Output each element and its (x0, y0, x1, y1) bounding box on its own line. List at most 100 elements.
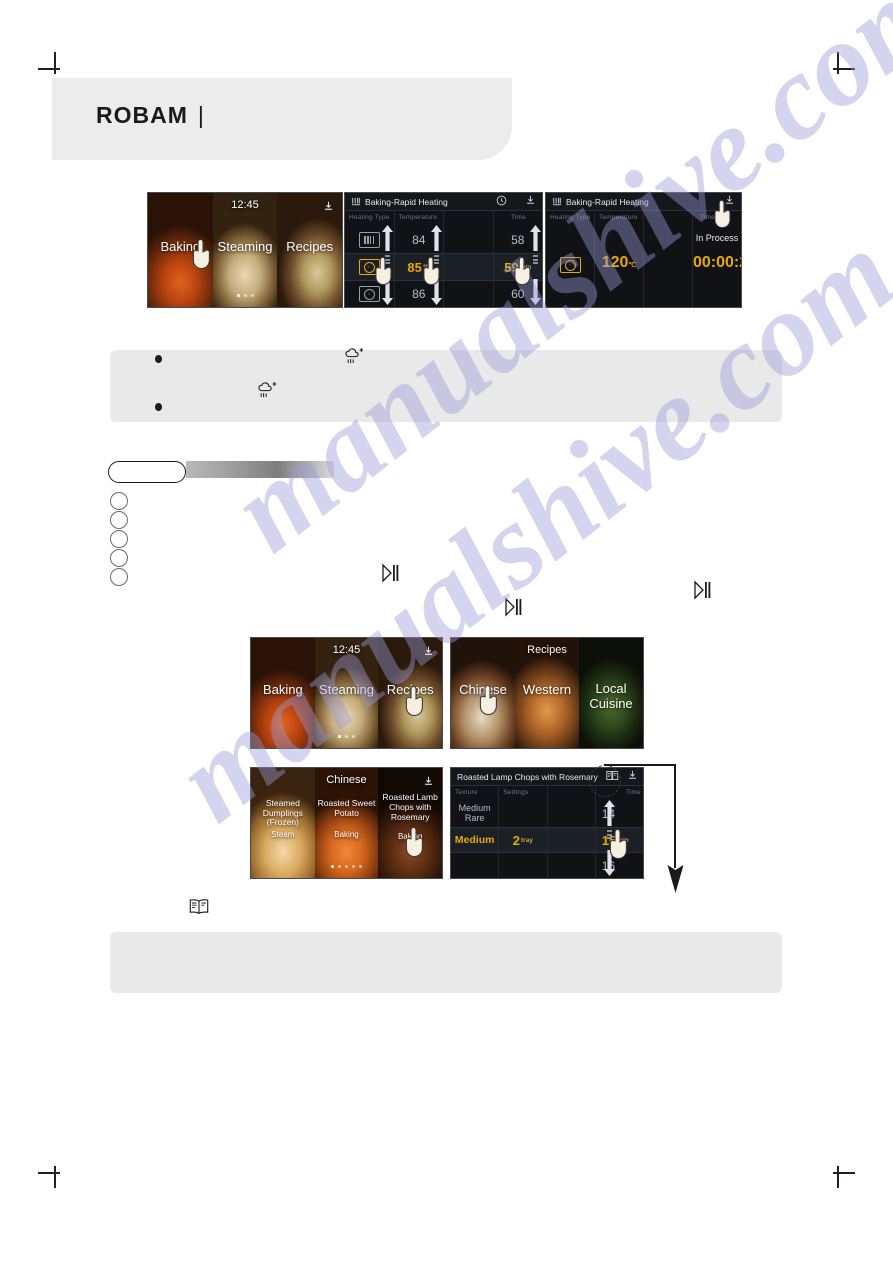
column-blank (644, 211, 693, 307)
brand-logo: ROBAM | (96, 102, 205, 129)
scroll-up-arrow[interactable] (381, 225, 393, 251)
column-header-heating-type: Heating Type (550, 214, 591, 221)
icon-fan-heat (358, 259, 380, 275)
recipe-book-icon (189, 898, 209, 920)
home-label-steaming: Steaming (217, 238, 273, 254)
time-value: 59 (504, 259, 519, 275)
settings-option-selected[interactable]: 2 tray (499, 826, 547, 854)
category-label-chinese: Chinese (459, 682, 507, 697)
blank-row-selected (547, 826, 595, 854)
column-temperature[interactable]: Temperature 84 85 ℃ 86 (394, 211, 444, 307)
note-box-bottom (110, 932, 782, 993)
crop-mark-bottom-left (38, 1166, 60, 1188)
note-bullet-1 (155, 355, 162, 363)
recipe-label-steamed-dumplings: Steamed Dumplings (Frozen) (262, 797, 303, 828)
texture-option-next[interactable] (451, 853, 498, 878)
temperature-unit: ℃ (422, 264, 431, 271)
temperature-scroller[interactable] (431, 225, 442, 305)
panel-titlebar: Baking-Rapid Heating (546, 193, 741, 211)
download-icon[interactable] (423, 644, 434, 662)
column-time[interactable]: Time 14 15 min 16 (595, 786, 643, 878)
page-dots (148, 284, 342, 302)
column-blank (444, 211, 494, 307)
callout-arrow-down (666, 862, 685, 899)
column-header-time: Time (699, 214, 715, 221)
texture-option-medium-rare[interactable]: Medium Rare (451, 802, 498, 827)
recipe-mode-baking: Baking (397, 831, 423, 841)
blank-row-selected (444, 253, 493, 281)
scroll-up-arrow[interactable] (431, 225, 442, 251)
note-box-top (110, 350, 782, 422)
scroll-down-arrow[interactable] (381, 279, 393, 305)
column-header-heating-type: Heating Type (349, 214, 390, 221)
screen-baking-setup[interactable]: Baking-Rapid Heating Heating Type Temper… (344, 192, 543, 308)
column-settings[interactable]: Settings 2 tray (499, 786, 548, 878)
download-icon[interactable] (423, 774, 434, 792)
recipe-label-lamb-chops: Roasted Lamb Chops with Rosemary (382, 792, 438, 822)
screen-title-recipes: Recipes (527, 644, 567, 656)
scroll-up-arrow[interactable] (530, 225, 541, 251)
temperature-unit: ℃ (628, 262, 637, 269)
watermark: manualshive.com manualshive.com (0, 0, 893, 1263)
scroll-down-arrow[interactable] (431, 279, 442, 305)
screen-home-1[interactable]: Baking Steaming Recipes 12:45 (147, 192, 343, 308)
category-label-local-cuisine: Local Cuisine (589, 681, 633, 711)
page-dots (251, 855, 442, 873)
clock-icon[interactable] (496, 193, 507, 211)
page-dots (251, 725, 442, 743)
scroll-down-arrow[interactable] (603, 850, 615, 876)
temperature-value: 120 (601, 254, 629, 271)
download-icon[interactable] (627, 768, 638, 786)
status-clock: 12:45 (231, 199, 259, 211)
column-heating-type[interactable]: Heating Type (345, 211, 395, 307)
time-scroller[interactable] (603, 800, 615, 876)
play-pause-icon-3 (694, 580, 712, 605)
cooking-status: In Process (695, 233, 739, 243)
recipe-mode-steam: Steam (271, 829, 295, 839)
column-time[interactable]: Time 58 59 min 60 (493, 211, 542, 307)
step-marker-5 (110, 568, 128, 586)
brand-divider: | (197, 102, 205, 128)
scroll-ticks (606, 830, 612, 839)
column-texture[interactable]: Texture Medium Rare Medium (451, 786, 500, 878)
scroll-ticks (434, 255, 439, 264)
settings-option-next[interactable] (499, 853, 546, 878)
home-label-recipes: Recipes (286, 238, 334, 254)
download-icon[interactable] (525, 193, 536, 211)
screen-baking-running[interactable]: Baking-Rapid Heating Heating Type Temper… (545, 192, 742, 308)
recipe-label-sweet-potato: Roasted Sweet Potato (317, 797, 376, 818)
step-marker-1 (110, 492, 128, 510)
countdown-timer: 00:00:20 (693, 254, 741, 271)
texture-option-medium-selected[interactable]: Medium (451, 826, 499, 854)
download-icon[interactable] (724, 193, 735, 211)
scroll-up-arrow[interactable] (603, 800, 615, 826)
crop-mark-bottom-right (833, 1166, 855, 1188)
steam-plus-icon (343, 348, 367, 373)
column-header-texture: Texture (455, 789, 478, 796)
section-number-pill (108, 461, 186, 483)
scroll-down-arrow[interactable] (530, 279, 541, 305)
column-time: Time In Process 00:00:20 (693, 211, 741, 307)
note-bullet-2 (155, 403, 162, 411)
screen-home-2[interactable]: Baking Steaming Recipes 12:45 (250, 637, 443, 749)
column-temperature: Temperature 120℃ (595, 211, 644, 307)
settings-value: 2 (512, 832, 521, 848)
recipe-detail-title: Roasted Lamp Chops with Rosemary (457, 771, 598, 782)
screen-recipe-categories[interactable]: Chinese Western Local Cuisine Recipes (450, 637, 644, 749)
column-heating-type: Heating Type (546, 211, 595, 307)
time-unit: min (617, 836, 629, 844)
step-marker-4 (110, 549, 128, 567)
download-icon[interactable] (323, 199, 334, 217)
step-marker-2 (110, 511, 128, 529)
column-header-time: Time (510, 214, 526, 221)
callout-line-vertical (674, 764, 676, 868)
scroll-ticks (533, 255, 538, 264)
screen-title-chinese: Chinese (326, 774, 367, 786)
screen-chinese-recipes[interactable]: Steamed Dumplings (Frozen) Steam Roasted… (250, 767, 443, 879)
time-scroller[interactable] (530, 225, 541, 305)
settings-option-prev[interactable] (499, 802, 546, 827)
home-label-baking: Baking (160, 238, 201, 254)
blank-row (548, 853, 595, 878)
heating-type-scroller[interactable] (381, 225, 393, 305)
column-blank (547, 786, 596, 878)
